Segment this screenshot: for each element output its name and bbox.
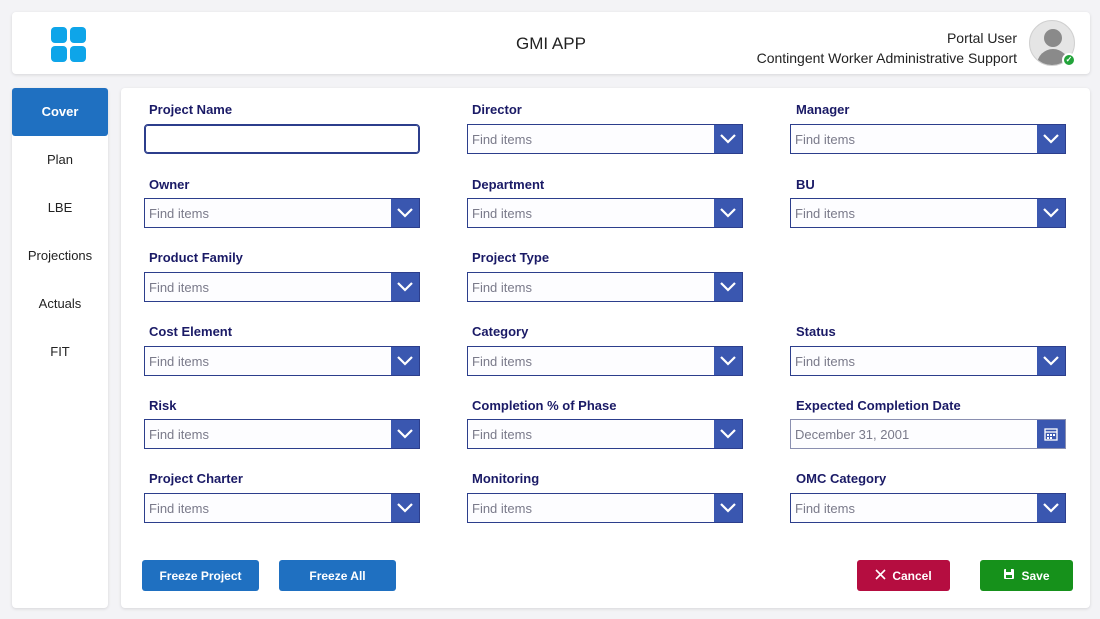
omc-category-label: OMC Category [796, 471, 887, 486]
cancel-button[interactable]: Cancel [857, 560, 950, 591]
manager-label: Manager [796, 102, 850, 117]
expected-completion-date-picker[interactable]: December 31, 2001 [790, 419, 1066, 449]
chevron-down-icon[interactable] [714, 199, 742, 227]
risk-combobox[interactable]: Find items [144, 419, 420, 449]
expected-completion-date-value: December 31, 2001 [795, 427, 910, 442]
project-charter-label: Project Charter [149, 471, 243, 486]
chevron-down-icon[interactable] [714, 494, 742, 522]
user-name: Portal User [946, 30, 1017, 46]
product-family-placeholder: Find items [149, 280, 209, 295]
completion-phase-combobox[interactable]: Find items [467, 419, 743, 449]
director-placeholder: Find items [472, 132, 532, 147]
chevron-down-icon[interactable] [391, 347, 419, 375]
department-label: Department [472, 177, 545, 192]
department-placeholder: Find items [472, 206, 532, 221]
chevron-down-icon[interactable] [1037, 199, 1065, 227]
chevron-down-icon[interactable] [714, 347, 742, 375]
bu-combobox[interactable]: Find items [790, 198, 1066, 228]
status-combobox[interactable]: Find items [790, 346, 1066, 376]
chevron-down-icon[interactable] [714, 273, 742, 301]
completion-phase-placeholder: Find items [472, 427, 532, 442]
chevron-down-icon[interactable] [714, 420, 742, 448]
owner-label: Owner [149, 177, 190, 192]
director-label: Director [472, 102, 522, 117]
chevron-down-icon[interactable] [1037, 125, 1065, 153]
monitoring-label: Monitoring [472, 471, 540, 486]
bu-label: BU [796, 177, 815, 192]
sidebar-nav: Cover Plan LBE Projections Actuals FIT [12, 88, 108, 608]
project-name-label: Project Name [149, 102, 233, 117]
project-charter-combobox[interactable]: Find items [144, 493, 420, 523]
risk-label: Risk [149, 398, 177, 413]
category-placeholder: Find items [472, 354, 532, 369]
cover-form: Project Name Director Find items Manager… [121, 88, 1090, 608]
save-button[interactable]: Save [980, 560, 1073, 591]
completion-phase-label: Completion % of Phase [472, 398, 617, 413]
save-icon [1003, 568, 1015, 583]
cost-element-combobox[interactable]: Find items [144, 346, 420, 376]
owner-combobox[interactable]: Find items [144, 198, 420, 228]
cancel-label: Cancel [892, 568, 932, 583]
project-type-combobox[interactable]: Find items [467, 272, 743, 302]
project-type-label: Project Type [472, 250, 550, 265]
monitoring-combobox[interactable]: Find items [467, 493, 743, 523]
manager-combobox[interactable]: Find items [790, 124, 1066, 154]
save-label: Save [1021, 568, 1050, 583]
bu-placeholder: Find items [795, 206, 855, 221]
chevron-down-icon[interactable] [391, 420, 419, 448]
presence-check-icon: ✓ [1062, 53, 1076, 67]
monitoring-placeholder: Find items [472, 501, 532, 516]
product-family-combobox[interactable]: Find items [144, 272, 420, 302]
product-family-label: Product Family [149, 250, 243, 265]
category-combobox[interactable]: Find items [467, 346, 743, 376]
category-label: Category [472, 324, 529, 339]
project-type-placeholder: Find items [472, 280, 532, 295]
sidebar-item-fit[interactable]: FIT [12, 328, 108, 376]
chevron-down-icon[interactable] [1037, 347, 1065, 375]
status-label: Status [796, 324, 836, 339]
freeze-project-button[interactable]: Freeze Project [142, 560, 259, 591]
freeze-all-button[interactable]: Freeze All [279, 560, 396, 591]
freeze-all-label: Freeze All [309, 568, 366, 583]
manager-placeholder: Find items [795, 132, 855, 147]
user-role: Contingent Worker Administrative Support [756, 50, 1017, 66]
expected-completion-date-label: Expected Completion Date [796, 398, 961, 413]
chevron-down-icon[interactable] [1037, 494, 1065, 522]
app-header: GMI APP Portal User Contingent Worker Ad… [12, 12, 1090, 74]
user-info: Portal User Contingent Worker Administra… [757, 28, 1017, 68]
status-placeholder: Find items [795, 354, 855, 369]
risk-placeholder: Find items [149, 427, 209, 442]
project-charter-placeholder: Find items [149, 501, 209, 516]
chevron-down-icon[interactable] [391, 273, 419, 301]
sidebar-item-actuals[interactable]: Actuals [12, 280, 108, 328]
chevron-down-icon[interactable] [714, 125, 742, 153]
omc-category-combobox[interactable]: Find items [790, 493, 1066, 523]
sidebar-item-cover[interactable]: Cover [12, 88, 108, 136]
cost-element-label: Cost Element [149, 324, 233, 339]
chevron-down-icon[interactable] [391, 494, 419, 522]
sidebar-item-plan[interactable]: Plan [12, 136, 108, 184]
owner-placeholder: Find items [149, 206, 209, 221]
cost-element-placeholder: Find items [149, 354, 209, 369]
freeze-project-label: Freeze Project [159, 568, 242, 583]
sidebar-item-projections[interactable]: Projections [12, 232, 108, 280]
sidebar-item-lbe[interactable]: LBE [12, 184, 108, 232]
omc-category-placeholder: Find items [795, 501, 855, 516]
calendar-icon[interactable] [1037, 420, 1065, 448]
department-combobox[interactable]: Find items [467, 198, 743, 228]
close-icon [875, 568, 886, 583]
chevron-down-icon[interactable] [391, 199, 419, 227]
director-combobox[interactable]: Find items [467, 124, 743, 154]
project-name-input[interactable] [144, 124, 420, 154]
